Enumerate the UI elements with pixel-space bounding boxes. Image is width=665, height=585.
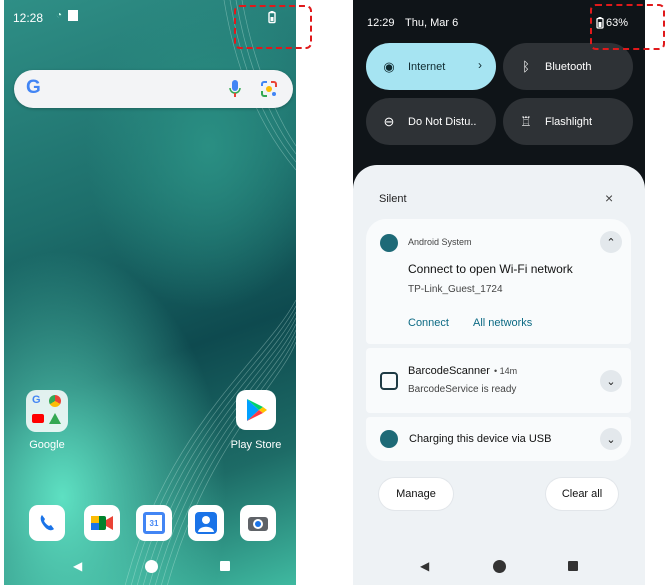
notification-icon (68, 10, 78, 21)
back-button[interactable]: ◀ (420, 559, 429, 573)
play-store-label: Play Store (230, 439, 282, 451)
calendar-app[interactable]: 31 (136, 505, 172, 541)
camera-app[interactable] (240, 505, 276, 541)
back-button[interactable]: ◀ (73, 559, 82, 573)
drive-app-icon (49, 413, 61, 424)
barcode-app-icon (380, 372, 398, 390)
battery-highlight-box (234, 5, 312, 49)
google-search-bar[interactable]: G (14, 70, 293, 108)
usb-notification[interactable]: Charging this device via USB ⌄ (366, 417, 631, 461)
camera-icon (248, 517, 268, 531)
notification-time: • 14m (494, 366, 518, 376)
barcode-app-name: BarcodeScanner (408, 365, 490, 377)
play-store-app[interactable] (236, 390, 276, 430)
android-system-icon (380, 234, 398, 252)
tile-flashlight[interactable]: ♖ Flashlight (503, 98, 633, 145)
tile-bluetooth[interactable]: ᛒ Bluetooth (503, 43, 633, 90)
manage-button[interactable]: Manage (379, 478, 453, 510)
flashlight-icon: ♖ (520, 113, 532, 129)
notifications-panel: Silent × Android System ⌃ Connect to ope… (353, 165, 645, 585)
connect-button[interactable]: Connect (408, 317, 449, 329)
calendar-icon: 31 (143, 512, 165, 534)
tile-bluetooth-label: Bluetooth (545, 60, 592, 73)
bluetooth-icon: ᛒ (522, 59, 530, 74)
status-time: 12:29 (367, 17, 395, 29)
contacts-icon (195, 512, 217, 534)
phone-icon (40, 515, 54, 531)
tile-dnd-label: Do Not Distu.. (408, 115, 477, 128)
recents-button[interactable] (568, 561, 578, 571)
contacts-app[interactable] (188, 505, 224, 541)
wifi-icon: ◉ (383, 58, 395, 74)
google-logo: G (26, 77, 41, 98)
battery-highlight-box (590, 4, 665, 50)
meet-app[interactable] (84, 505, 120, 541)
chrome-app-icon (49, 395, 61, 407)
google-folder-label: Google (29, 439, 65, 451)
notification-shade: 12:29 Thu, Mar 6 63% ◉ Internet › ᛒ Blue… (353, 0, 645, 585)
chevron-right-icon: › (478, 58, 482, 72)
collapse-chevron-icon[interactable]: ⌃ (600, 231, 622, 253)
barcode-notification[interactable]: BarcodeScanner • 14m BarcodeService is r… (366, 348, 631, 413)
google-lens-icon[interactable] (260, 80, 278, 98)
wifi-notification[interactable]: Android System ⌃ Connect to open Wi-Fi n… (366, 219, 631, 344)
expand-chevron-icon[interactable]: ⌄ (600, 428, 622, 450)
dnd-icon: ⊖ (383, 113, 395, 129)
all-networks-button[interactable]: All networks (473, 317, 532, 329)
clear-all-button[interactable]: Clear all (546, 478, 618, 510)
close-icon[interactable]: × (605, 190, 613, 206)
google-folder[interactable]: G (26, 390, 68, 432)
status-time: 12:28 (13, 11, 44, 25)
expand-chevron-icon[interactable]: ⌄ (600, 370, 622, 392)
tile-do-not-disturb[interactable]: ⊖ Do Not Distu.. (366, 98, 496, 145)
meet-icon (91, 516, 113, 530)
network-name: TP-Link_Guest_1724 (408, 284, 503, 295)
microphone-icon[interactable] (228, 79, 242, 99)
tile-flashlight-label: Flashlight (545, 115, 593, 128)
android-system-icon (380, 430, 398, 448)
notification-title: Connect to open Wi-Fi network (408, 262, 573, 276)
youtube-app-icon (32, 414, 44, 423)
section-title: Silent (379, 193, 407, 205)
play-store-icon (247, 399, 267, 421)
barcode-text: BarcodeService is ready (408, 384, 517, 395)
app-name: Android System (408, 237, 472, 247)
tile-internet[interactable]: ◉ Internet › (366, 43, 496, 90)
google-app-icon: G (32, 394, 41, 406)
wifi-status-icon: ◔ (56, 10, 63, 21)
home-button[interactable] (493, 560, 506, 573)
recents-button[interactable] (220, 561, 230, 571)
phone-app[interactable] (29, 505, 65, 541)
home-button[interactable] (145, 560, 158, 573)
tile-internet-label: Internet (408, 60, 446, 73)
usb-title: Charging this device via USB (409, 433, 552, 445)
home-screen: 12:28 ◔ G G Google Play Store 31 ◀ (4, 0, 296, 585)
status-date: Thu, Mar 6 (405, 17, 459, 29)
